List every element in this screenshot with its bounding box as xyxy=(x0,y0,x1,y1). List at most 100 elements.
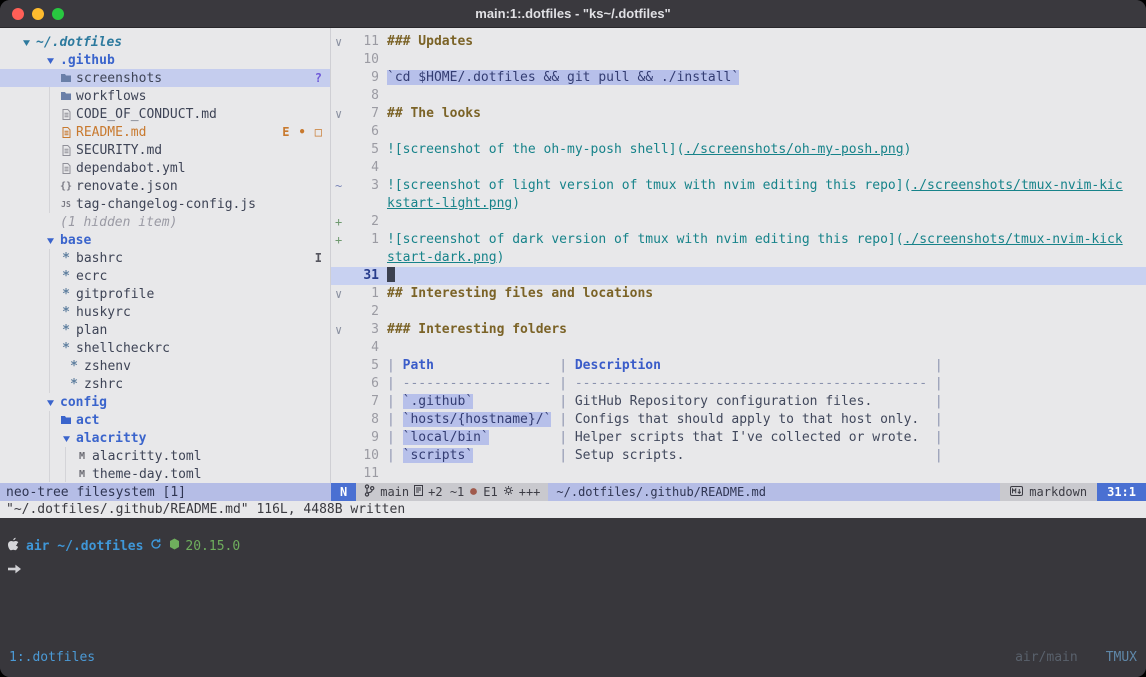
editor-line[interactable]: 7| `.github` | GitHub Repository configu… xyxy=(331,393,1146,411)
line-number: 7 xyxy=(357,105,379,123)
tree-item[interactable]: act xyxy=(0,411,330,429)
status-badge: ? xyxy=(315,71,322,85)
close-button[interactable] xyxy=(12,8,24,20)
gutter-space xyxy=(331,249,357,267)
shell-input-line[interactable] xyxy=(0,561,1146,579)
line-number: 11 xyxy=(357,33,379,51)
expander-icon xyxy=(18,38,34,47)
line-number: 3 xyxy=(357,177,379,195)
syntax-lku: ./screenshots/tmux-nvim-kic xyxy=(911,178,1122,193)
tree-item[interactable]: *shellcheckrc xyxy=(0,339,330,357)
tree-item[interactable]: *gitprofile xyxy=(0,285,330,303)
tree-item[interactable]: *zshenv xyxy=(0,357,330,375)
line-number: 7 xyxy=(357,393,379,411)
tree-item[interactable]: *huskyrc xyxy=(0,303,330,321)
shell-file-icon: * xyxy=(58,323,74,338)
tree-item[interactable]: README.mdE•□ xyxy=(0,123,330,141)
syntax-tx: Setup scripts. xyxy=(575,448,685,463)
tree-item[interactable]: Mtheme-day.toml xyxy=(0,465,330,483)
tree-item[interactable]: (1 hidden item) xyxy=(0,213,330,231)
syntax-tp: | xyxy=(387,394,403,409)
syntax-lk: ![screenshot of the oh-my-posh shell]( xyxy=(387,142,684,157)
editor-line[interactable]: 4 xyxy=(331,159,1146,177)
folder-icon xyxy=(58,73,74,83)
editor-line[interactable]: 11 xyxy=(331,465,1146,483)
tree-item[interactable]: {}renovate.json xyxy=(0,177,330,195)
minimize-button[interactable] xyxy=(32,8,44,20)
tree-item[interactable]: *zshrc xyxy=(0,375,330,393)
editor-line[interactable]: 6| ------------------- | ---------------… xyxy=(331,375,1146,393)
syntax-code: `cd $HOME/.dotfiles && git pull && ./ins… xyxy=(387,70,739,85)
tree-item[interactable]: *plan xyxy=(0,321,330,339)
zoom-button[interactable] xyxy=(52,8,64,20)
editor-line[interactable]: 9| `local/bin` | Helper scripts that I'v… xyxy=(331,429,1146,447)
editor-line[interactable]: 6 xyxy=(331,123,1146,141)
line-number: 10 xyxy=(357,447,379,465)
line-text xyxy=(379,465,387,483)
shell-file-icon: * xyxy=(58,287,74,302)
editor-line[interactable]: +1![screenshot of dark version of tmux w… xyxy=(331,231,1146,249)
window-title: main:1:.dotfiles - "ks~/.dotfiles" xyxy=(0,6,1146,21)
editor-line[interactable]: kstart-light.png) xyxy=(331,195,1146,213)
line-number: 1 xyxy=(357,285,379,303)
editor-line[interactable]: ∨3### Interesting folders xyxy=(331,321,1146,339)
tree-item-label: base xyxy=(60,233,91,248)
line-text: `cd $HOME/.dotfiles && git pull && ./ins… xyxy=(379,69,739,87)
syntax-code: `scripts` xyxy=(403,448,473,463)
editor-line[interactable]: 8 xyxy=(331,87,1146,105)
tree-item[interactable]: .github xyxy=(0,51,330,69)
diff-icon xyxy=(414,485,423,499)
line-text: ![screenshot of the oh-my-posh shell](./… xyxy=(379,141,911,159)
cursor-position: 31:1 xyxy=(1097,483,1146,501)
status-badge: I xyxy=(315,251,322,265)
editor-line[interactable]: ∨11### Updates xyxy=(331,33,1146,51)
editor-line[interactable]: 10 xyxy=(331,51,1146,69)
editor-line[interactable]: 10| `scripts` | Setup scripts. | xyxy=(331,447,1146,465)
editor-line[interactable]: 8| `hosts/{hostname}/` | Configs that sh… xyxy=(331,411,1146,429)
editor-buffer: ∨11### Updates109`cd $HOME/.dotfiles && … xyxy=(331,33,1146,483)
tree-item[interactable]: screenshots? xyxy=(0,69,330,87)
tree-item[interactable]: SECURITY.md xyxy=(0,141,330,159)
editor-line[interactable]: ~3![screenshot of light version of tmux … xyxy=(331,177,1146,195)
tree-item[interactable]: *ecrc xyxy=(0,267,330,285)
tree-item-label: gitprofile xyxy=(76,287,154,302)
tree-item[interactable]: *bashrcI xyxy=(0,249,330,267)
tree-item[interactable]: dependabot.yml xyxy=(0,159,330,177)
tree-item-label: ecrc xyxy=(76,269,107,284)
editor-line[interactable]: 9`cd $HOME/.dotfiles && git pull && ./in… xyxy=(331,69,1146,87)
line-text xyxy=(379,123,387,141)
editor-cursor-line[interactable]: 31 xyxy=(331,267,1146,285)
titlebar: main:1:.dotfiles - "ks~/.dotfiles" xyxy=(0,0,1146,28)
line-text: | `hosts/{hostname}/` | Configs that sho… xyxy=(379,411,943,429)
statusline-git: main +2 ~1 E1 +++ xyxy=(356,484,548,500)
syntax-h: ## Interesting files and locations xyxy=(387,286,653,301)
editor-line[interactable]: 5![screenshot of the oh-my-posh shell](.… xyxy=(331,141,1146,159)
editor-line[interactable]: 2 xyxy=(331,303,1146,321)
git-sign: + xyxy=(331,213,357,231)
editor-line[interactable]: ∨1 ## Interesting files and locations xyxy=(331,285,1146,303)
tree-item[interactable]: Malacritty.toml xyxy=(0,447,330,465)
editor-line[interactable]: start-dark.png) xyxy=(331,249,1146,267)
tmux-window-name[interactable]: 1:.dotfiles xyxy=(9,650,95,665)
tree-item[interactable]: CODE_OF_CONDUCT.md xyxy=(0,105,330,123)
tree-item[interactable]: JStag-changelog-config.js xyxy=(0,195,330,213)
gutter-space xyxy=(331,123,357,141)
tree-item[interactable]: config xyxy=(0,393,330,411)
toml-icon: M xyxy=(74,469,90,480)
editor-line[interactable]: ∨7## The looks xyxy=(331,105,1146,123)
tree-item[interactable]: ~/.dotfiles xyxy=(0,33,330,51)
editor-line[interactable]: 5| Path | Description | xyxy=(331,357,1146,375)
prompt-arrow-icon xyxy=(7,563,22,578)
editor-statusline: N main +2 ~1 E1 +++ ~/.dotfiles/.github/… xyxy=(331,483,1146,501)
file-icon xyxy=(58,127,74,138)
editor-line[interactable]: +2 xyxy=(331,213,1146,231)
fold-marker: ∨ xyxy=(331,285,357,303)
syntax-tp: | xyxy=(551,412,574,427)
syntax-tp: | xyxy=(387,430,403,445)
tree-item-label: ~/.dotfiles xyxy=(36,35,122,50)
tree-item[interactable]: base xyxy=(0,231,330,249)
tree-item[interactable]: alacritty xyxy=(0,429,330,447)
editor-line[interactable]: 4 xyxy=(331,339,1146,357)
line-number: 6 xyxy=(357,375,379,393)
tree-item[interactable]: workflows xyxy=(0,87,330,105)
